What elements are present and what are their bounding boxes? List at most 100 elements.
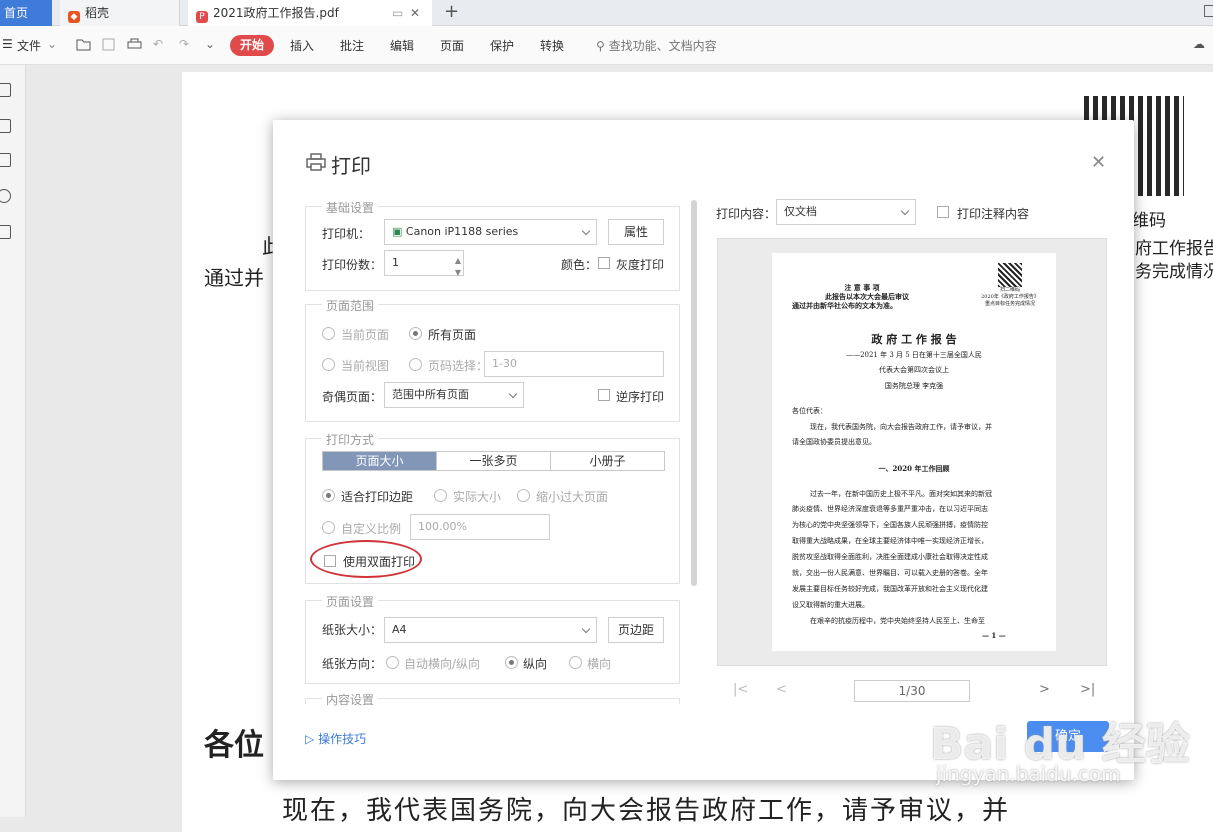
print-icon[interactable]	[127, 38, 142, 51]
redo-icon[interactable]: ↷	[179, 37, 189, 51]
print-content-select[interactable]: 仅文档	[776, 199, 916, 225]
portrait-radio[interactable]	[505, 656, 518, 669]
landscape-label: 横向	[587, 657, 612, 671]
undo-icon[interactable]: ↶	[153, 37, 163, 51]
preview-page-number: — 1 —	[982, 631, 1006, 640]
attachment-icon[interactable]	[0, 189, 11, 203]
preview-qr-note: 扫二维码	[999, 287, 1020, 293]
prev-page-icon[interactable]: <	[776, 682, 787, 697]
close-tab-icon[interactable]: ✕	[410, 0, 420, 26]
bookmark-icon[interactable]	[0, 83, 11, 97]
all-pages-radio[interactable]	[409, 327, 422, 340]
tab-booklet[interactable]: 小册子	[551, 452, 664, 470]
actual-size-radio[interactable]	[434, 489, 447, 502]
custom-scale-radio[interactable]	[322, 521, 335, 534]
print-dialog: 打印 ✕ 基础设置 打印机： ▣ Canon iP1188 series 属性 …	[273, 120, 1134, 780]
current-page-label: 当前页面	[341, 328, 390, 342]
signature-icon[interactable]	[0, 225, 11, 239]
portrait-label: 纵向	[523, 657, 548, 671]
preview-p1a: 现在，我代表国务院，向大会报告政府工作，请予审议，并	[810, 423, 992, 431]
tab-annotate[interactable]: 批注	[340, 37, 364, 54]
preview-qr-note-3: 重点目标任务完成情况	[984, 301, 1035, 307]
tab-page[interactable]: 页面	[440, 37, 464, 54]
print-annotations-checkbox[interactable]	[937, 206, 949, 218]
page-setup-label: 页面设置	[322, 593, 379, 610]
preview-p2e: 脱贫攻坚战取得全面胜利，决胜全面建成小康社会取得决定性成	[792, 553, 988, 561]
close-icon[interactable]: ✕	[1091, 152, 1106, 173]
file-menu[interactable]: 文件	[17, 37, 41, 54]
baidu-watermark-url: jingyan.baidu.com	[936, 762, 1121, 786]
search-box[interactable]: ⚲ 查找功能、文档内容	[596, 37, 717, 54]
tab-insert[interactable]: 插入	[290, 37, 314, 54]
tab-home[interactable]: 首页	[0, 0, 52, 26]
print-mode-tabs: 页面大小 一张多页 小册子	[322, 451, 665, 471]
grayscale-checkbox[interactable]	[598, 257, 610, 269]
play-icon: ▷	[305, 732, 315, 746]
menu-icon[interactable]: ☰	[2, 37, 13, 51]
odd-even-select[interactable]: 范围中所有页面	[384, 382, 524, 408]
tab-multi-page[interactable]: 一张多页	[437, 452, 551, 470]
tab-edit[interactable]: 编辑	[390, 37, 414, 54]
preview-page: 注 意 事 项 此报告以本次大会最后审议 通过并由新华社公布的文本为准。 扫二维…	[772, 253, 1056, 651]
all-pages-label: 所有页面	[428, 328, 477, 342]
actual-size-label: 实际大小	[453, 490, 502, 504]
cloud-icon[interactable]: ☁	[1193, 37, 1205, 51]
tips-link[interactable]: ▷ 操作技巧	[305, 730, 366, 747]
page-range-group: 页面范围 当前页面 所有页面 当前视图 页码选择： 1-30 奇偶页面： 范围中…	[305, 297, 680, 422]
tab-daoke[interactable]: ◆ 稻壳	[60, 0, 180, 26]
chevron-down-icon[interactable]: ⌄	[47, 37, 57, 51]
next-page-icon[interactable]: >	[1039, 682, 1050, 697]
auto-orient-radio[interactable]	[386, 656, 399, 669]
toolbar: ☰ 文件 ⌄ ↶ ↷ ⌄ 开始 插入 批注 编辑 页面 保护 转换 ⚲ 查找功能…	[0, 26, 1213, 65]
fit-margins-radio[interactable]	[322, 489, 335, 502]
window-icon[interactable]: ▭	[392, 0, 403, 26]
basic-settings-group: 基础设置 打印机： ▣ Canon iP1188 series 属性 打印份数：…	[305, 199, 680, 291]
paper-size-label: 纸张大小：	[322, 623, 383, 637]
search-placeholder: 查找功能、文档内容	[608, 39, 717, 53]
tab-pdf-document[interactable]: P 2021政府工作报告.pdf ▭ ✕	[188, 0, 432, 26]
tab-page-size[interactable]: 页面大小	[323, 452, 437, 470]
quick-access-icon[interactable]: ⌄	[205, 37, 215, 51]
printer-select[interactable]: ▣ Canon iP1188 series	[384, 219, 597, 245]
qr-caption: 维码	[1132, 211, 1166, 231]
landscape-radio[interactable]	[569, 656, 582, 669]
window-restore-icon[interactable]	[1204, 5, 1213, 17]
page-indicator[interactable]: 1/30	[854, 680, 970, 702]
printer-icon	[306, 153, 326, 171]
margins-button[interactable]: 页边距	[608, 617, 664, 643]
odd-even-label: 奇偶页面：	[322, 390, 383, 404]
page-select-label: 页码选择：	[428, 359, 489, 373]
stepper-down-icon[interactable]: ▼	[455, 261, 461, 285]
copies-stepper[interactable]: 1 ▲ ▼	[384, 250, 464, 277]
properties-button[interactable]: 属性	[608, 219, 664, 245]
last-page-icon[interactable]: >|	[1080, 682, 1095, 697]
new-tab-icon[interactable]: +	[444, 0, 459, 24]
highlight-circle	[310, 540, 422, 578]
content-settings-label: 内容设置	[322, 691, 379, 708]
tab-start[interactable]: 开始	[230, 35, 274, 56]
search-icon: ⚲	[596, 39, 605, 53]
reverse-label: 逆序打印	[616, 390, 665, 404]
doc-text-right-2: 务完成情况	[1135, 262, 1213, 282]
open-folder-icon[interactable]	[76, 38, 91, 51]
current-view-radio[interactable]	[322, 358, 335, 371]
shrink-label: 缩小过大页面	[536, 490, 609, 504]
paper-size-select[interactable]: A4	[384, 617, 597, 643]
reverse-checkbox[interactable]	[598, 389, 610, 401]
settings-scrollbar[interactable]	[691, 200, 697, 586]
shrink-radio[interactable]	[517, 489, 530, 502]
tab-convert[interactable]: 转换	[540, 37, 564, 54]
current-page-radio[interactable]	[322, 327, 335, 340]
comment-icon[interactable]	[0, 153, 11, 167]
page-select-radio[interactable]	[409, 358, 422, 371]
printer-device-icon: ▣	[392, 225, 403, 238]
print-content-value: 仅文档	[784, 205, 817, 218]
scale-input[interactable]: 100.00%	[410, 514, 550, 540]
preview-p2g: 发展主要目标任务较好完成，我国改革开放和社会主义现代化建	[792, 585, 988, 593]
save-icon[interactable]	[102, 38, 115, 51]
doc-text-right-1: 府工作报告	[1135, 239, 1213, 259]
page-range-input[interactable]: 1-30	[484, 351, 664, 377]
thumbnail-icon[interactable]	[0, 119, 11, 133]
first-page-icon[interactable]: |<	[733, 682, 748, 697]
tab-protect[interactable]: 保护	[490, 37, 514, 54]
